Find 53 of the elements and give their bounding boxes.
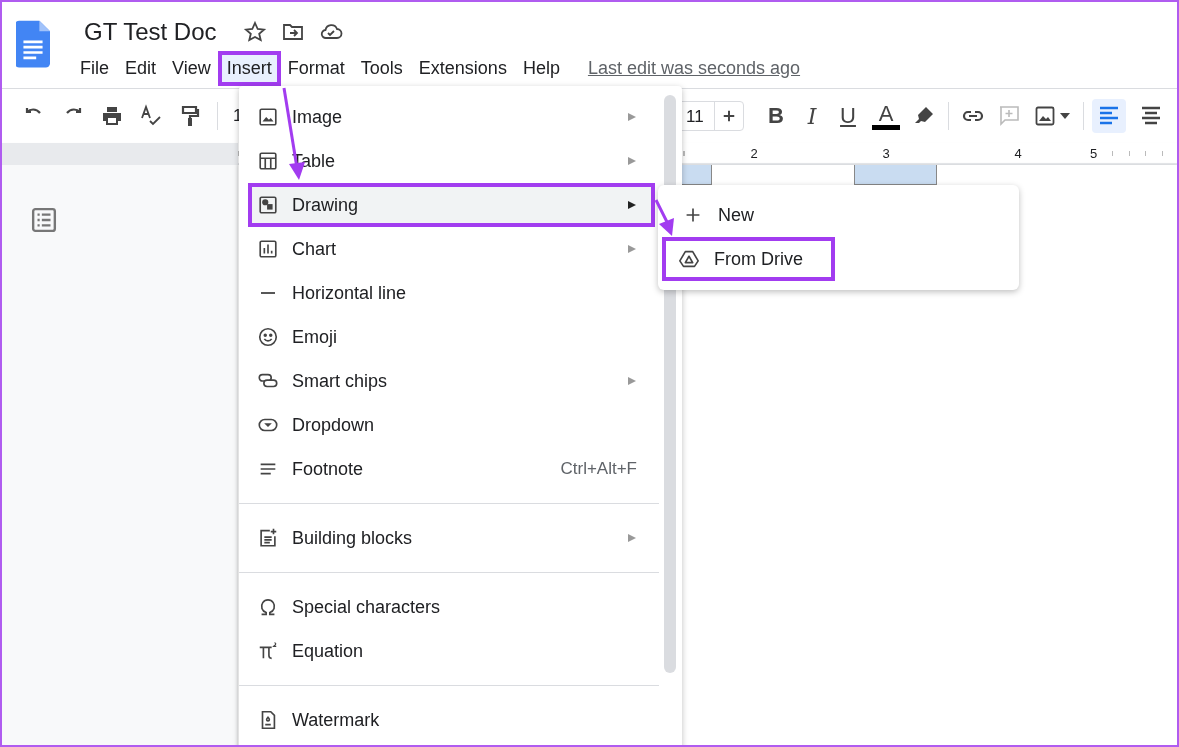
menu-item[interactable]: Drawing	[248, 183, 655, 227]
submenu-arrow-icon	[627, 244, 637, 254]
menu-item-icon	[257, 106, 279, 128]
menu-item[interactable]: Edit	[117, 51, 165, 85]
menu-item[interactable]: Equation	[239, 629, 659, 673]
menu-item-icon	[257, 194, 279, 216]
menu-item[interactable]: File	[72, 51, 117, 85]
shortcut-text: Ctrl+Alt+F	[560, 459, 637, 479]
align-left-button[interactable]	[1092, 99, 1126, 133]
menu-item-icon	[257, 640, 279, 662]
menu-item[interactable]: Chart	[239, 227, 659, 271]
submenu-arrow-icon	[627, 533, 637, 543]
text-color-button[interactable]: A	[872, 102, 900, 130]
menu-item[interactable]: Building blocks	[239, 516, 659, 560]
menu-item[interactable]: Insert	[218, 51, 280, 85]
menu-item[interactable]: Horizontal line	[239, 271, 659, 315]
document-title[interactable]: GT Test Doc	[82, 18, 217, 46]
docs-logo-icon[interactable]	[16, 20, 50, 68]
star-icon[interactable]	[242, 20, 267, 44]
submenu-arrow-icon	[627, 156, 637, 166]
arrow	[654, 199, 674, 236]
menu-item[interactable]: New	[662, 193, 786, 237]
menu-item[interactable]: Help	[514, 51, 568, 85]
image-icon[interactable]	[1033, 104, 1057, 128]
menu-item[interactable]: Footnote Ctrl+Alt+F	[239, 447, 659, 491]
outline-icon[interactable]	[31, 207, 57, 233]
increase-size-button[interactable]	[714, 101, 744, 131]
menu-item[interactable]: View	[164, 51, 219, 85]
menu-item[interactable]: Dropdown	[239, 403, 659, 447]
menu-item-icon	[257, 326, 279, 348]
triangle-icon	[678, 248, 700, 270]
menu-item[interactable]: Format	[279, 51, 353, 85]
menu-item-icon	[257, 527, 279, 549]
menu-item-icon	[257, 238, 279, 260]
menu-item[interactable]: Tools	[352, 51, 411, 85]
bold-button[interactable]: B	[764, 103, 788, 129]
menu-item[interactable]: Special characters	[239, 585, 659, 629]
menu-item-icon	[257, 150, 279, 172]
menu-item[interactable]: Extensions	[410, 51, 515, 85]
underline-button[interactable]: U	[836, 103, 860, 129]
menu-item[interactable]: Watermark	[239, 698, 659, 742]
print-icon[interactable]	[100, 104, 124, 128]
menu-item[interactable]: Smart chips	[239, 359, 659, 403]
italic-button[interactable]: I	[800, 103, 824, 129]
menu-item[interactable]: Emoji	[239, 315, 659, 359]
submenu-arrow-icon	[627, 200, 637, 210]
submenu-arrow-icon	[627, 112, 637, 122]
submenu-arrow-icon	[627, 376, 637, 386]
menu-item[interactable]: Image	[239, 95, 659, 139]
spellcheck-icon[interactable]	[139, 104, 163, 128]
menu-item-icon	[260, 291, 276, 295]
last-edit-link[interactable]: Last edit was seconds ago	[587, 57, 801, 79]
menu-item[interactable]: From Drive	[662, 237, 835, 281]
